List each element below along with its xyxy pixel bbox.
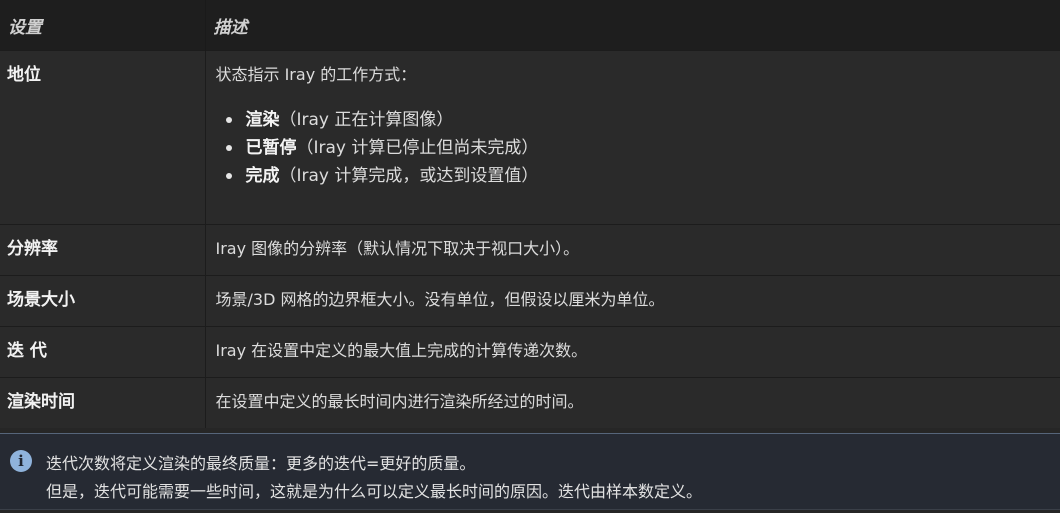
note-line-1: 迭代次数将定义渲染的最终质量：更多的迭代=更好的质量。	[46, 454, 476, 473]
setting-desc-status: 状态指示 Iray 的工作方式： 渲染（Iray 正在计算图像） 已暂停（Ira…	[204, 50, 1060, 225]
setting-desc-render-time: 在设置中定义的最长时间内进行渲染所经过的时间。	[204, 377, 1060, 428]
setting-name-iterations: 迭 代	[0, 326, 205, 378]
status-detail: （Iray 计算完成，或达到设置值）	[279, 166, 539, 186]
note-line-2: 但是，迭代可能需要一些时间，这就是为什么可以定义最长时间的原因。迭代由样本数定义…	[46, 482, 703, 501]
table-row-resolution: 分辨率 Iray 图像的分辨率（默认情况下取决于视口大小）。	[0, 224, 1060, 276]
table-row-scene-size: 场景大小 场景/3D 网格的边界框大小。没有单位，但假设以厘米为单位。	[0, 275, 1060, 327]
table-row-render-time: 渲染时间 在设置中定义的最长时间内进行渲染所经过的时间。	[0, 377, 1060, 428]
header-description: 描述	[204, 0, 1060, 51]
table-header-row: 设置 描述	[0, 0, 1060, 51]
setting-name-scene-size: 场景大小	[0, 275, 205, 327]
status-detail: （Iray 正在计算图像）	[279, 110, 454, 130]
settings-table: 设置 描述 地位 状态指示 Iray 的工作方式： 渲染（Iray 正在计算图像…	[0, 0, 1060, 428]
header-setting: 设置	[0, 0, 205, 51]
setting-name-status: 地位	[0, 50, 205, 225]
status-list: 渲染（Iray 正在计算图像） 已暂停（Iray 计算已停止但尚未完成） 完成（…	[216, 106, 1051, 190]
status-term: 已暂停	[245, 138, 297, 158]
status-item-paused: 已暂停（Iray 计算已停止但尚未完成）	[225, 134, 1051, 162]
status-item-done: 完成（Iray 计算完成，或达到设置值）	[225, 162, 1051, 190]
settings-doc: 设置 描述 地位 状态指示 Iray 的工作方式： 渲染（Iray 正在计算图像…	[0, 0, 1060, 513]
info-note: i 迭代次数将定义渲染的最终质量：更多的迭代=更好的质量。 但是，迭代可能需要一…	[0, 433, 1060, 510]
table-row-status: 地位 状态指示 Iray 的工作方式： 渲染（Iray 正在计算图像） 已暂停（…	[0, 50, 1060, 225]
status-term: 完成	[245, 166, 280, 186]
status-detail: （Iray 计算已停止但尚未完成）	[296, 138, 539, 158]
setting-name-resolution: 分辨率	[0, 224, 205, 276]
setting-name-render-time: 渲染时间	[0, 377, 205, 428]
setting-desc-resolution: Iray 图像的分辨率（默认情况下取决于视口大小）。	[204, 224, 1060, 276]
setting-desc-scene-size: 场景/3D 网格的边界框大小。没有单位，但假设以厘米为单位。	[204, 275, 1060, 327]
info-icon: i	[10, 450, 32, 472]
status-item-rendering: 渲染（Iray 正在计算图像）	[225, 106, 1051, 134]
setting-desc-iterations: Iray 在设置中定义的最大值上完成的计算传递次数。	[204, 326, 1060, 378]
status-intro: 状态指示 Iray 的工作方式：	[215, 65, 417, 84]
status-term: 渲染	[245, 110, 280, 130]
table-row-iterations: 迭 代 Iray 在设置中定义的最大值上完成的计算传递次数。	[0, 326, 1060, 378]
